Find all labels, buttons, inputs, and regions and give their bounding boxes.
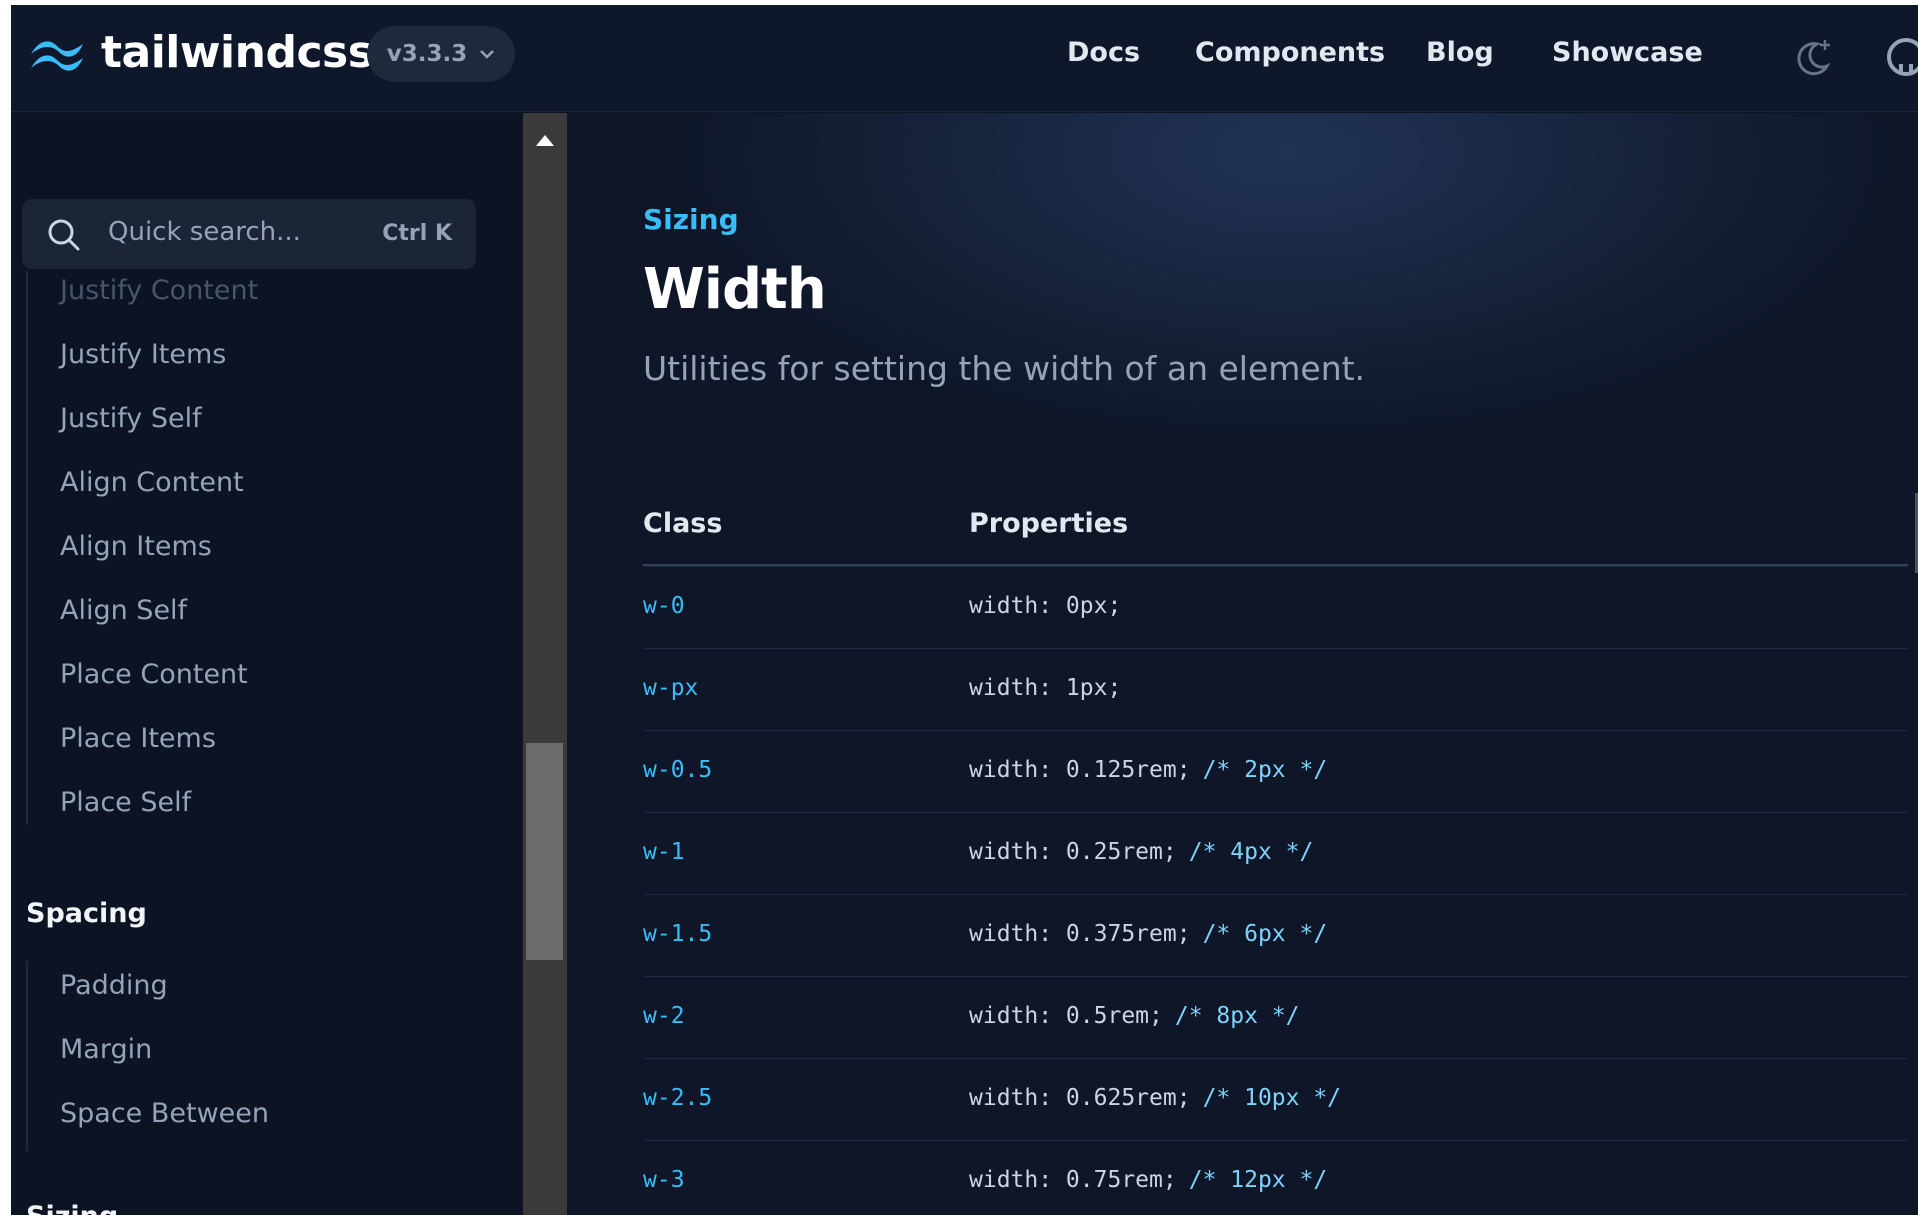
row-properties: width: 0.375rem;/* 6px */ [969, 921, 1328, 947]
moon-sparkle-icon [1797, 40, 1831, 76]
logo[interactable]: tailwindcss [27, 27, 374, 78]
sidebar-scrollbar[interactable] [523, 113, 567, 1215]
table-row: w-2.5 width: 0.625rem;/* 10px */ [643, 1058, 1908, 1139]
nav-components[interactable]: Components [1195, 37, 1385, 68]
sidebar-item-align-content[interactable]: Align Content [60, 467, 244, 498]
scroll-up-arrow-icon[interactable] [536, 135, 554, 146]
row-class: w-2 [643, 1003, 685, 1029]
sidebar-heading-spacing: Spacing [26, 898, 147, 929]
row-comment: /* 10px */ [1202, 1085, 1342, 1111]
row-class: w-2.5 [643, 1085, 713, 1111]
sidebar-item-space-between[interactable]: Space Between [60, 1098, 269, 1129]
table-row: w-0 width: 0px; [643, 566, 1908, 647]
theme-toggle[interactable] [1793, 36, 1835, 82]
search-placeholder: Quick search... [108, 217, 301, 247]
sidebar-rail [26, 271, 28, 825]
quick-search-button[interactable]: Quick search... Ctrl K [22, 199, 476, 269]
row-class: w-1.5 [643, 921, 713, 947]
row-comment: /* 2px */ [1202, 757, 1328, 783]
row-comment: /* 4px */ [1188, 839, 1314, 865]
main-content: Sizing Width Utilities for setting the w… [567, 113, 1918, 1215]
scrollbar-thumb[interactable] [526, 743, 563, 960]
row-properties: width: 1px; [969, 675, 1122, 701]
page-description: Utilities for setting the width of an el… [643, 349, 1366, 388]
search-icon [48, 219, 80, 251]
tailwind-wave-icon [31, 40, 83, 71]
sidebar-heading-sizing: Sizing [26, 1201, 118, 1215]
sidebar-rail [26, 961, 28, 1151]
row-comment: /* 8px */ [1174, 1003, 1300, 1029]
nav-showcase[interactable]: Showcase [1552, 37, 1703, 68]
table-row: w-1.5 width: 0.375rem;/* 6px */ [643, 894, 1908, 975]
sidebar-item-padding[interactable]: Padding [60, 970, 168, 1001]
sidebar-item-place-self[interactable]: Place Self [60, 787, 191, 818]
sidebar-item-justify-self[interactable]: Justify Self [60, 403, 202, 434]
page-title: Width [643, 257, 827, 322]
version-selector[interactable]: v3.3.3 [367, 26, 515, 82]
sidebar-item-align-items[interactable]: Align Items [60, 531, 212, 562]
column-header-class: Class [643, 508, 723, 539]
sidebar-item-justify-items[interactable]: Justify Items [60, 339, 226, 370]
table-row: w-3 width: 0.75rem;/* 12px */ [643, 1140, 1908, 1215]
logo-text: tailwindcss [101, 27, 374, 78]
column-header-properties: Properties [969, 508, 1129, 539]
row-properties: width: 0px; [969, 593, 1122, 619]
row-properties: width: 0.625rem;/* 10px */ [969, 1085, 1342, 1111]
nav-blog[interactable]: Blog [1426, 37, 1494, 68]
row-class: w-1 [643, 839, 685, 865]
row-class: w-3 [643, 1167, 685, 1193]
row-properties: width: 0.125rem;/* 2px */ [969, 757, 1328, 783]
app-window: tailwindcss v3.3.3 Docs Components Blog … [11, 5, 1918, 1215]
row-comment: /* 6px */ [1202, 921, 1328, 947]
table-row: w-1 width: 0.25rem;/* 4px */ [643, 812, 1908, 893]
row-class: w-px [643, 675, 699, 701]
row-properties: width: 0.5rem;/* 8px */ [969, 1003, 1300, 1029]
sidebar-item-place-content[interactable]: Place Content [60, 659, 248, 690]
github-link[interactable] [1885, 36, 1918, 82]
row-comment: /* 12px */ [1188, 1167, 1328, 1193]
row-properties: width: 0.25rem;/* 4px */ [969, 839, 1314, 865]
chevron-down-icon [480, 50, 495, 59]
table-row: w-px width: 1px; [643, 648, 1908, 729]
github-icon [1887, 38, 1918, 76]
sidebar-item-place-items[interactable]: Place Items [60, 723, 216, 754]
section-eyebrow: Sizing [643, 203, 739, 236]
table-row: w-0.5 width: 0.125rem;/* 2px */ [643, 730, 1908, 811]
sidebar-item-margin[interactable]: Margin [60, 1034, 152, 1065]
search-shortcut: Ctrl K [382, 221, 452, 246]
sidebar-item-justify-content[interactable]: Justify Content [60, 275, 258, 306]
table-row: w-2 width: 0.5rem;/* 8px */ [643, 976, 1908, 1057]
row-properties: width: 0.75rem;/* 12px */ [969, 1167, 1328, 1193]
nav-docs[interactable]: Docs [1067, 37, 1140, 68]
top-header: tailwindcss v3.3.3 Docs Components Blog … [11, 5, 1918, 112]
sidebar: Quick search... Ctrl K Justify Content J… [11, 113, 521, 1215]
version-label: v3.3.3 [386, 41, 468, 67]
row-class: w-0.5 [643, 757, 713, 783]
row-class: w-0 [643, 593, 685, 619]
sidebar-item-align-self[interactable]: Align Self [60, 595, 187, 626]
